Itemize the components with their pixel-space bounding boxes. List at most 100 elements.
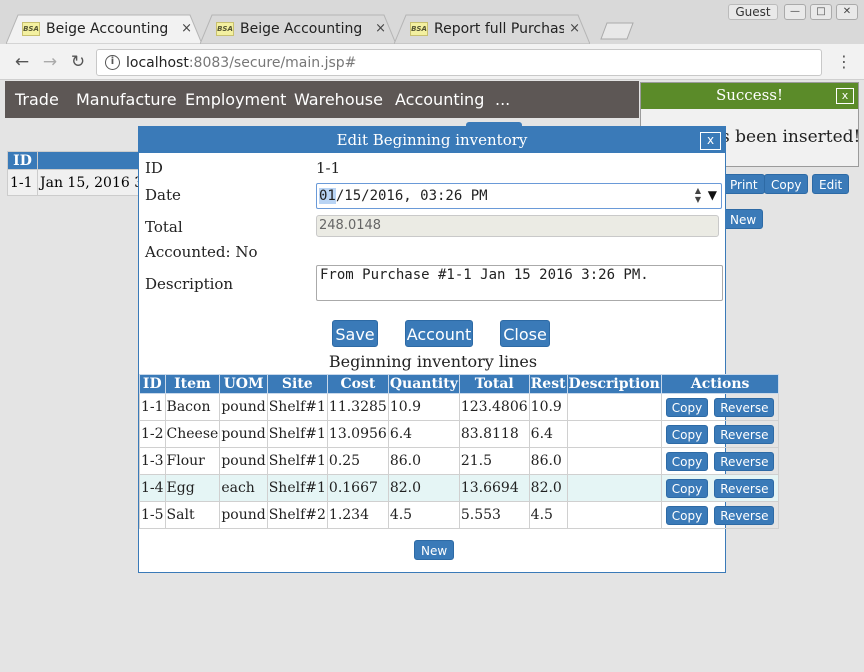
window-close-icon[interactable]: ✕ xyxy=(836,4,858,20)
close-button[interactable]: Close xyxy=(500,320,550,347)
cell-id: 1-3 xyxy=(139,447,166,475)
date-spinner[interactable]: ▲ ▼ xyxy=(695,186,701,204)
copy-button[interactable]: Copy xyxy=(764,174,809,194)
table-row-hovered[interactable]: 1-4 Egg each Shelf#1 0.1667 82.0 13.6694… xyxy=(139,474,780,502)
column-header: ID xyxy=(139,374,166,394)
cell-total: 5.553 xyxy=(458,501,530,529)
column-header: Quantity xyxy=(387,374,460,394)
notification-header: Success! x xyxy=(641,83,858,109)
total-label: Total xyxy=(145,218,183,236)
row-reverse-button[interactable]: Reverse xyxy=(714,451,775,471)
row-copy-button[interactable]: Copy xyxy=(665,505,709,525)
spin-up-icon[interactable]: ▲ xyxy=(695,186,701,195)
menu-item-more[interactable]: ... xyxy=(495,90,510,109)
menu-item-employment[interactable]: Employment xyxy=(185,90,286,109)
cell-item: Cheese xyxy=(164,420,221,448)
cell-item: Bacon xyxy=(164,393,221,421)
browser-menu-icon[interactable]: ⋮ xyxy=(836,52,852,71)
account-button[interactable]: Account xyxy=(405,320,473,347)
cell-uom: pound xyxy=(219,393,268,421)
id-label: ID xyxy=(145,159,163,177)
cell-rest: 6.4 xyxy=(528,420,568,448)
tab-title: Beige Accounting xyxy=(46,21,169,37)
menu-item-manufacture[interactable]: Manufacture xyxy=(76,90,177,109)
table-row[interactable]: 1-2 Cheese pound Shelf#1 13.0956 6.4 83.… xyxy=(139,420,780,448)
inventory-lines-table: ID Item UOM Site Cost Quantity Total Res… xyxy=(139,374,780,529)
cell-uom: pound xyxy=(219,447,268,475)
spin-down-icon[interactable]: ▼ xyxy=(695,195,701,204)
date-month-segment[interactable]: 01 xyxy=(319,188,336,204)
browser-tab-2[interactable]: BSA Beige Accounting × xyxy=(200,14,396,44)
profile-badge[interactable]: Guest xyxy=(728,4,778,20)
row-reverse-button[interactable]: Reverse xyxy=(714,505,775,525)
table-row[interactable]: 1-3 Flour pound Shelf#1 0.25 86.0 21.5 8… xyxy=(139,447,780,475)
tab-close-icon[interactable]: × xyxy=(181,21,192,36)
new-line-button[interactable]: New xyxy=(414,540,455,560)
cell-total: 13.6694 xyxy=(458,474,530,502)
site-info-icon[interactable]: i xyxy=(105,55,120,70)
notification-title: Success! xyxy=(715,86,784,104)
row-copy-button[interactable]: Copy xyxy=(665,451,709,471)
row-reverse-button[interactable]: Reverse xyxy=(714,424,775,444)
cell-uom: pound xyxy=(219,501,268,529)
menu-item-trade[interactable]: Trade xyxy=(15,90,59,109)
table-row[interactable]: 1-5 Salt pound Shelf#2 1.234 4.5 5.553 4… xyxy=(139,501,780,529)
description-textarea[interactable]: From Purchase #1-1 Jan 15 2016 3:26 PM. xyxy=(316,265,723,301)
app-favicon-icon: BSA xyxy=(410,22,428,36)
new-button-background[interactable]: New xyxy=(723,209,764,229)
table-cell: 1-1 xyxy=(7,169,38,196)
table-row[interactable]: 1-1 Bacon pound Shelf#1 11.3285 10.9 123… xyxy=(139,393,780,421)
save-button[interactable]: Save xyxy=(332,320,378,347)
notification-close-icon[interactable]: x xyxy=(836,88,854,104)
row-reverse-button[interactable]: Reverse xyxy=(714,478,775,498)
cell-site: Shelf#1 xyxy=(266,393,328,421)
print-button[interactable]: Print xyxy=(723,174,765,194)
cell-id: 1-4 xyxy=(139,474,166,502)
row-copy-button[interactable]: Copy xyxy=(665,478,709,498)
cell-site: Shelf#1 xyxy=(266,447,328,475)
browser-tab-1[interactable]: BSA Beige Accounting × xyxy=(6,14,202,44)
cell-id: 1-1 xyxy=(139,393,166,421)
edit-button[interactable]: Edit xyxy=(812,174,850,194)
dialog-close-icon[interactable]: x xyxy=(700,132,721,150)
table-header-row: ID Item UOM Site Cost Quantity Total Res… xyxy=(139,374,780,394)
cell-actions: Copy Reverse xyxy=(660,420,780,448)
new-tab-button[interactable] xyxy=(600,22,634,40)
cell-actions: Copy Reverse xyxy=(660,447,780,475)
date-dropdown-icon[interactable]: ▼ xyxy=(708,188,717,202)
column-header: Site xyxy=(266,374,328,394)
cell-rest: 4.5 xyxy=(528,501,568,529)
dialog-header[interactable]: Edit Beginning inventory x xyxy=(139,127,725,153)
cell-uom: each xyxy=(219,474,268,502)
cell-item: Egg xyxy=(164,474,221,502)
cell-actions: Copy Reverse xyxy=(660,501,780,529)
tab-close-icon[interactable]: × xyxy=(569,21,580,36)
cell-cost: 11.3285 xyxy=(326,393,389,421)
browser-tab-3[interactable]: BSA Report full Purchase × xyxy=(394,14,590,44)
column-header: Rest xyxy=(528,374,568,394)
minimize-icon[interactable]: — xyxy=(784,4,806,20)
column-header: Actions xyxy=(660,374,780,394)
forward-arrow-icon[interactable]: → xyxy=(40,52,60,72)
main-menu-bar: Trade Manufacture Employment Warehouse A… xyxy=(5,81,639,118)
date-input[interactable]: 01/15/2016, 03:26 PM ▲ ▼ ▼ xyxy=(316,183,722,209)
cell-rest: 82.0 xyxy=(528,474,568,502)
row-reverse-button[interactable]: Reverse xyxy=(714,397,775,417)
accounted-status: Accounted: No xyxy=(145,243,258,261)
id-value: 1-1 xyxy=(316,159,341,177)
row-copy-button[interactable]: Copy xyxy=(665,424,709,444)
menu-item-warehouse[interactable]: Warehouse xyxy=(294,90,383,109)
cell-item: Salt xyxy=(164,501,221,529)
cell-quantity: 10.9 xyxy=(387,393,460,421)
cell-id: 1-5 xyxy=(139,501,166,529)
total-field: 248.0148 xyxy=(316,215,719,237)
tab-close-icon[interactable]: × xyxy=(375,21,386,36)
cell-quantity: 82.0 xyxy=(387,474,460,502)
cell-total: 21.5 xyxy=(458,447,530,475)
address-bar[interactable]: i localhost :8083/secure/main.jsp# xyxy=(96,49,822,76)
menu-item-accounting[interactable]: Accounting xyxy=(395,90,484,109)
row-copy-button[interactable]: Copy xyxy=(665,397,709,417)
reload-icon[interactable]: ↻ xyxy=(68,52,88,72)
back-arrow-icon[interactable]: ← xyxy=(12,52,32,72)
maximize-icon[interactable]: □ xyxy=(810,4,832,20)
